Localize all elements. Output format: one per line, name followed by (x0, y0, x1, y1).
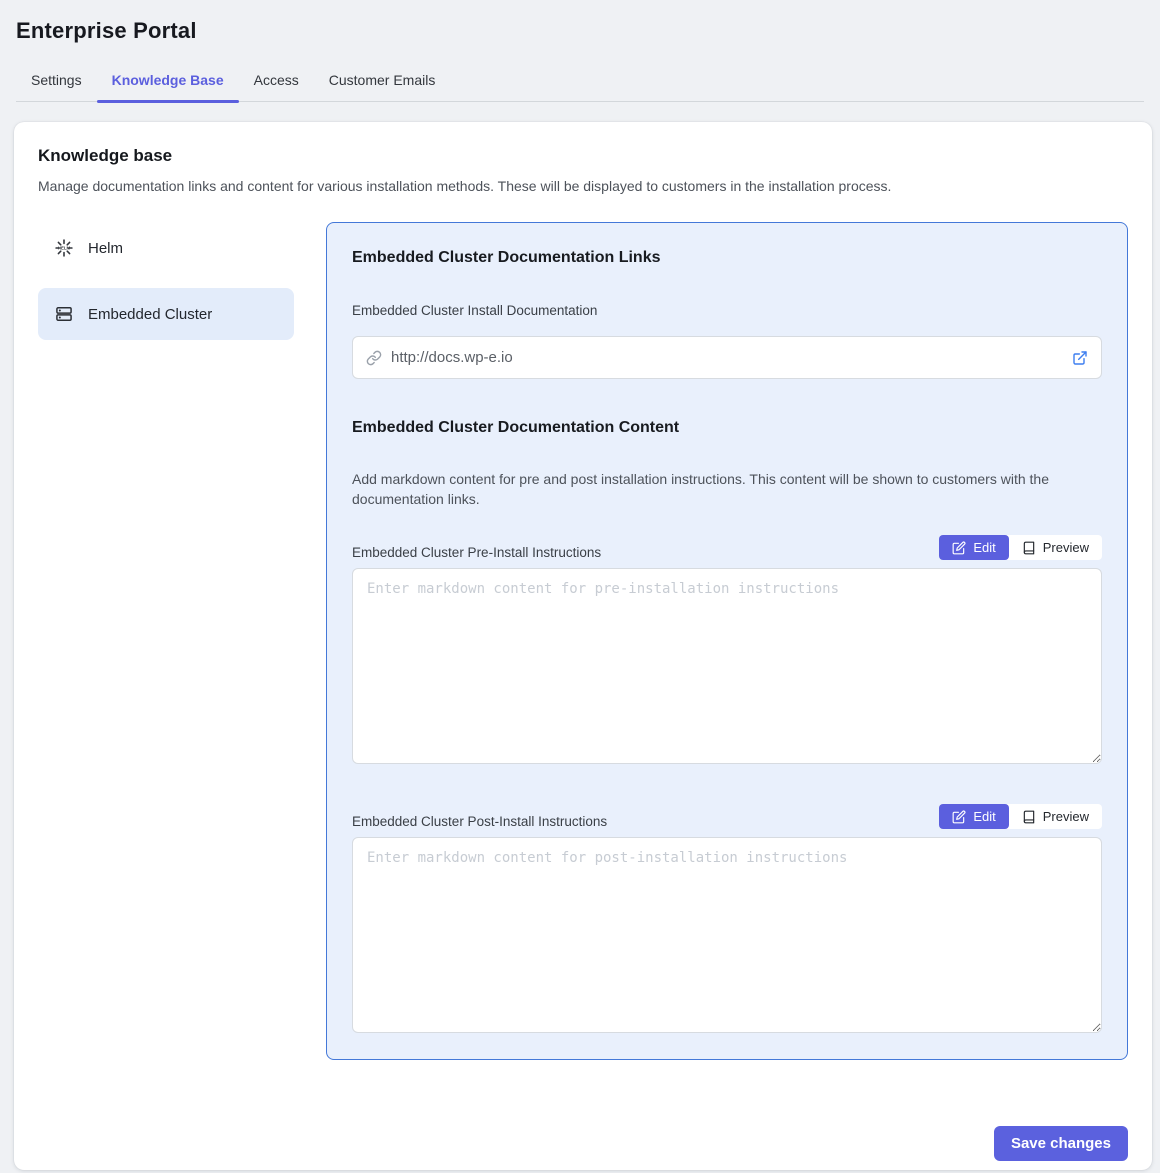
install-doc-url-input[interactable] (391, 349, 1063, 366)
edit-button-label: Edit (973, 540, 995, 555)
embedded-cluster-panel: Embedded Cluster Documentation Links Emb… (326, 222, 1128, 1060)
pre-install-preview-button[interactable]: Preview (1009, 535, 1102, 560)
sidebar-item-label: Embedded Cluster (88, 306, 212, 323)
post-install-markdown-textarea[interactable] (352, 837, 1102, 1033)
install-doc-url-field (352, 336, 1102, 379)
server-stack-icon (54, 304, 74, 324)
pre-install-markdown-textarea[interactable] (352, 568, 1102, 764)
svg-text:HELM: HELM (58, 246, 71, 251)
pre-install-mode-toggle: Edit Preview (939, 535, 1102, 560)
pre-install-label: Embedded Cluster Pre-Install Instruction… (352, 545, 601, 560)
sidebar-item-helm[interactable]: HELM Helm (38, 222, 294, 274)
post-install-preview-button[interactable]: Preview (1009, 804, 1102, 829)
install-doc-label: Embedded Cluster Install Documentation (352, 303, 1102, 318)
pre-install-edit-button[interactable]: Edit (939, 535, 1008, 560)
tab-knowledge-base[interactable]: Knowledge Base (97, 64, 239, 101)
footer-row: Save changes (38, 1126, 1128, 1161)
helm-icon: HELM (54, 238, 74, 258)
sidebar-item-label: Helm (88, 240, 123, 257)
post-install-label-row: Embedded Cluster Post-Install Instructio… (352, 804, 1102, 829)
content-row: HELM Helm Embedded Cluster Embedde (38, 222, 1128, 1060)
sidebar-item-embedded-cluster[interactable]: Embedded Cluster (38, 288, 294, 340)
edit-button-label: Edit (973, 809, 995, 824)
save-changes-button[interactable]: Save changes (994, 1126, 1128, 1161)
content-section-title: Embedded Cluster Documentation Content (352, 419, 1102, 437)
post-install-label: Embedded Cluster Post-Install Instructio… (352, 814, 607, 829)
tab-customer-emails[interactable]: Customer Emails (314, 64, 451, 101)
post-install-mode-toggle: Edit Preview (939, 804, 1102, 829)
pre-install-label-row: Embedded Cluster Pre-Install Instruction… (352, 535, 1102, 560)
post-install-edit-button[interactable]: Edit (939, 804, 1008, 829)
book-icon (1022, 541, 1036, 555)
external-link-icon[interactable] (1072, 350, 1088, 366)
card-description: Manage documentation links and content f… (38, 178, 1128, 194)
card-title: Knowledge base (38, 146, 1128, 166)
install-method-sidebar: HELM Helm Embedded Cluster (38, 222, 294, 340)
knowledge-base-card: Knowledge base Manage documentation link… (14, 122, 1152, 1170)
edit-pencil-icon (952, 810, 966, 824)
page-title: Enterprise Portal (16, 18, 1144, 44)
preview-button-label: Preview (1043, 809, 1089, 824)
preview-button-label: Preview (1043, 540, 1089, 555)
link-icon (366, 350, 382, 366)
tab-access[interactable]: Access (239, 64, 314, 101)
book-icon (1022, 810, 1036, 824)
tab-bar: Settings Knowledge Base Access Customer … (16, 64, 1144, 102)
links-section-title: Embedded Cluster Documentation Links (352, 249, 1102, 267)
tab-settings[interactable]: Settings (16, 64, 97, 101)
edit-pencil-icon (952, 541, 966, 555)
content-section-description: Add markdown content for pre and post in… (352, 469, 1102, 509)
app-header: Enterprise Portal Settings Knowledge Bas… (0, 0, 1160, 102)
